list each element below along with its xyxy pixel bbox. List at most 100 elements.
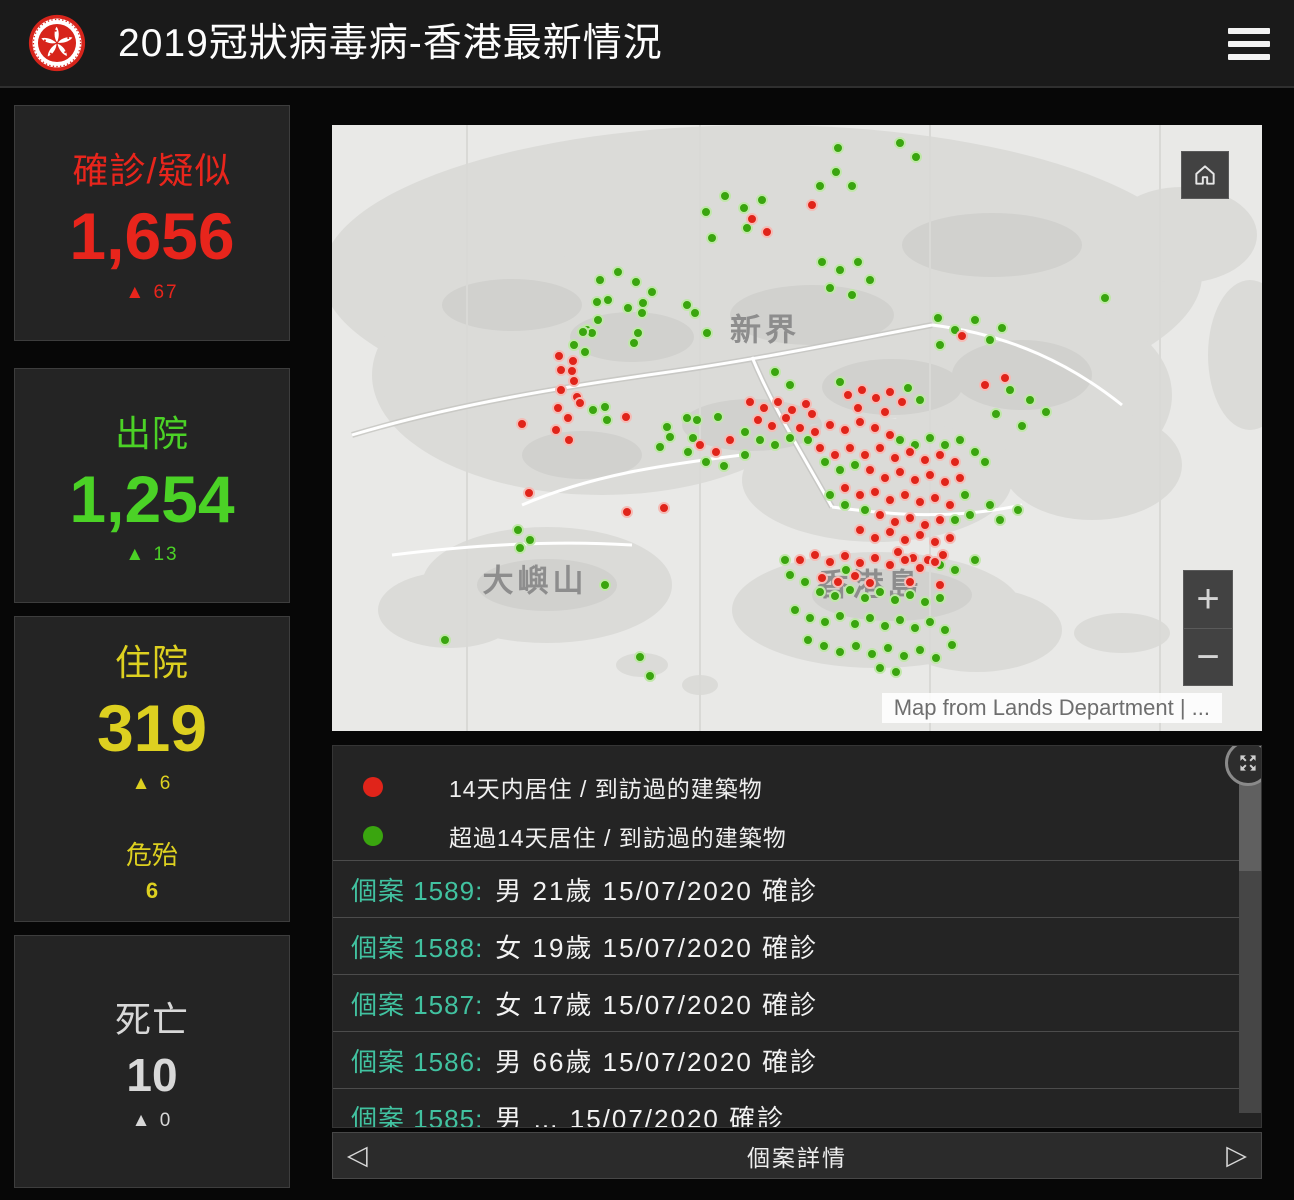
case-location-dot[interactable] [934,579,946,591]
case-location-dot[interactable] [712,411,724,423]
case-location-dot[interactable] [644,670,656,682]
case-location-dot[interactable] [844,584,856,596]
case-location-dot[interactable] [829,590,841,602]
case-location-dot[interactable] [842,389,854,401]
case-location-dot[interactable] [890,666,902,678]
case-location-dot[interactable] [523,487,535,499]
case-location-dot[interactable] [924,469,936,481]
case-location-dot[interactable] [799,576,811,588]
case-location-dot[interactable] [574,397,586,409]
map-attribution[interactable]: Map from Lands Department | ... [882,693,1222,723]
case-location-dot[interactable] [874,662,886,674]
case-location-dot[interactable] [909,474,921,486]
case-location-dot[interactable] [870,392,882,404]
case-location-dot[interactable] [769,439,781,451]
case-location-dot[interactable] [999,372,1011,384]
case-location-dot[interactable] [630,276,642,288]
case-location-dot[interactable] [884,494,896,506]
case-location-dot[interactable] [694,439,706,451]
case-list-scrollbar[interactable] [1239,759,1261,1113]
case-location-dot[interactable] [854,524,866,536]
case-location-dot[interactable] [794,422,806,434]
case-location-dot[interactable] [924,432,936,444]
case-location-dot[interactable] [866,648,878,660]
case-location-dot[interactable] [746,213,758,225]
case-location-dot[interactable] [896,396,908,408]
case-location-dot[interactable] [869,552,881,564]
case-location-dot[interactable] [658,502,670,514]
case-location-dot[interactable] [990,408,1002,420]
case-location-dot[interactable] [829,449,841,461]
case-location-dot[interactable] [934,449,946,461]
case-list-item-partial[interactable]: 個案 1585: 男 … 15/07/2020 確診 [333,1088,1261,1128]
case-location-dot[interactable] [924,616,936,628]
case-location-dot[interactable] [830,166,842,178]
case-location-dot[interactable] [984,499,996,511]
case-location-dot[interactable] [864,274,876,286]
case-list-item[interactable]: 個案 1587: 女 17歲 15/07/2020 確診 [333,974,1261,1031]
case-location-dot[interactable] [806,199,818,211]
case-location-dot[interactable] [852,402,864,414]
case-location-dot[interactable] [739,449,751,461]
case-location-dot[interactable] [789,604,801,616]
case-location-dot[interactable] [814,586,826,598]
case-location-dot[interactable] [824,489,836,501]
case-location-dot[interactable] [899,534,911,546]
case-location-dot[interactable] [646,286,658,298]
case-location-dot[interactable] [824,282,836,294]
case-location-dot[interactable] [824,419,836,431]
case-location-dot[interactable] [904,446,916,458]
case-location-dot[interactable] [834,376,846,388]
map[interactable]: 新界 大嶼山 香港島 + − Map from Lands Department… [332,125,1262,731]
case-location-dot[interactable] [814,180,826,192]
case-location-dot[interactable] [784,432,796,444]
case-location-dot[interactable] [553,350,565,362]
case-location-dot[interactable] [914,496,926,508]
case-location-dot[interactable] [874,586,886,598]
case-location-dot[interactable] [889,594,901,606]
case-location-dot[interactable] [512,524,524,536]
case-location-dot[interactable] [882,642,894,654]
case-location-dot[interactable] [587,404,599,416]
next-arrow-icon[interactable]: ▷ [1226,1142,1247,1169]
case-location-dot[interactable] [1024,394,1036,406]
case-location-dot[interactable] [879,472,891,484]
case-location-dot[interactable] [816,572,828,584]
case-location-dot[interactable] [761,226,773,238]
case-location-dot[interactable] [719,190,731,202]
case-location-dot[interactable] [864,577,876,589]
case-location-dot[interactable] [979,379,991,391]
case-location-dot[interactable] [914,394,926,406]
case-location-dot[interactable] [832,576,844,588]
case-location-dot[interactable] [824,556,836,568]
case-location-dot[interactable] [956,330,968,342]
case-location-dot[interactable] [784,569,796,581]
case-location-dot[interactable] [919,596,931,608]
case-location-dot[interactable] [932,312,944,324]
case-location-dot[interactable] [756,194,768,206]
case-location-dot[interactable] [809,426,821,438]
case-location-dot[interactable] [899,489,911,501]
case-location-dot[interactable] [784,379,796,391]
case-location-dot[interactable] [949,514,961,526]
case-location-dot[interactable] [701,327,713,339]
case-location-dot[interactable] [691,414,703,426]
case-location-dot[interactable] [689,307,701,319]
case-location-dot[interactable] [524,534,536,546]
case-location-dot[interactable] [934,339,946,351]
case-location-dot[interactable] [636,307,648,319]
case-location-dot[interactable] [718,460,730,472]
case-location-dot[interactable] [944,499,956,511]
case-location-dot[interactable] [849,570,861,582]
case-location-dot[interactable] [996,322,1008,334]
case-location-dot[interactable] [946,639,958,651]
case-location-dot[interactable] [738,202,750,214]
case-location-dot[interactable] [758,402,770,414]
case-location-dot[interactable] [904,512,916,524]
case-location-dot[interactable] [944,532,956,544]
case-location-dot[interactable] [439,634,451,646]
case-location-dot[interactable] [724,434,736,446]
case-location-dot[interactable] [934,592,946,604]
case-location-dot[interactable] [919,454,931,466]
case-location-dot[interactable] [739,426,751,438]
